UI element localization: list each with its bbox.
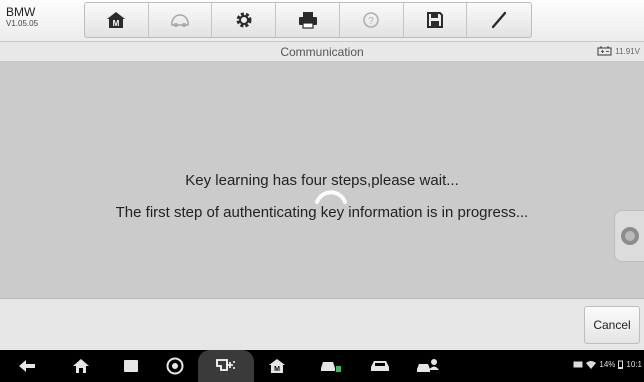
print-icon	[298, 12, 317, 29]
software-version: V1.05.05	[6, 19, 39, 28]
back-icon	[19, 360, 35, 372]
message-icon	[573, 361, 583, 367]
car-service-icon	[321, 362, 341, 372]
browser-button[interactable]	[162, 350, 188, 382]
home-icon: M	[107, 12, 126, 28]
remote-expert-icon	[417, 359, 439, 372]
svg-text:M: M	[274, 366, 280, 373]
battery-voltage: 11.91V	[597, 46, 640, 56]
vehicle-swap-button[interactable]	[149, 3, 213, 37]
print-button[interactable]	[276, 3, 340, 37]
home-button[interactable]: M	[85, 3, 149, 37]
vci-connection-button[interactable]	[198, 350, 254, 382]
recent-apps-icon	[124, 360, 138, 372]
svg-text:?: ?	[368, 16, 374, 27]
remote-expert-button[interactable]	[412, 350, 444, 382]
vehicle-info: BMW V1.05.05	[6, 6, 38, 28]
diagnostics-home-button[interactable]: M	[264, 350, 290, 382]
system-status: 14% 10:1	[573, 360, 642, 369]
title-bar: Communication 11.91V	[0, 42, 644, 62]
battery-icon	[597, 46, 612, 56]
toolbar: M ?	[84, 2, 532, 38]
browser-icon	[166, 357, 184, 375]
circle-icon	[620, 227, 639, 245]
help-icon: ?	[363, 12, 380, 28]
floating-assistant-button[interactable]	[614, 210, 644, 262]
vehicle-make: BMW	[6, 5, 36, 19]
main-content: Key learning has four steps,please wait.…	[0, 62, 644, 298]
pen-button[interactable]	[467, 3, 531, 37]
battery-percent: 14%	[599, 360, 616, 369]
android-nav-bar: M 14% 10:1	[0, 350, 644, 382]
vehicle-swap-icon	[171, 14, 189, 27]
voltage-value: 11.91V	[615, 46, 640, 56]
help-button[interactable]: ?	[340, 3, 404, 37]
tablet-battery-icon	[618, 360, 624, 369]
android-home-button[interactable]	[68, 350, 94, 382]
status-message-secondary: The first step of authenticating key inf…	[115, 204, 529, 221]
m-home-icon: M	[269, 359, 285, 373]
pen-icon	[491, 11, 507, 29]
wifi-icon	[586, 360, 597, 369]
page-title: Communication	[280, 45, 364, 59]
service-button[interactable]	[315, 350, 345, 382]
save-icon	[426, 12, 443, 28]
cancel-button[interactable]: Cancel	[584, 306, 640, 344]
save-button[interactable]	[404, 3, 468, 37]
clock: 10:1	[626, 360, 642, 369]
svg-text:M: M	[113, 19, 120, 28]
car-icon	[371, 361, 389, 371]
top-bar: BMW V1.05.05 M ?	[0, 0, 644, 42]
settings-button[interactable]	[212, 3, 277, 37]
action-bar: Cancel	[0, 298, 644, 350]
android-home-icon	[73, 359, 89, 373]
back-button[interactable]	[14, 350, 40, 382]
vehicle-button[interactable]	[365, 350, 395, 382]
connector-icon	[216, 359, 235, 371]
recent-apps-button[interactable]	[118, 350, 144, 382]
settings-icon	[236, 12, 252, 28]
